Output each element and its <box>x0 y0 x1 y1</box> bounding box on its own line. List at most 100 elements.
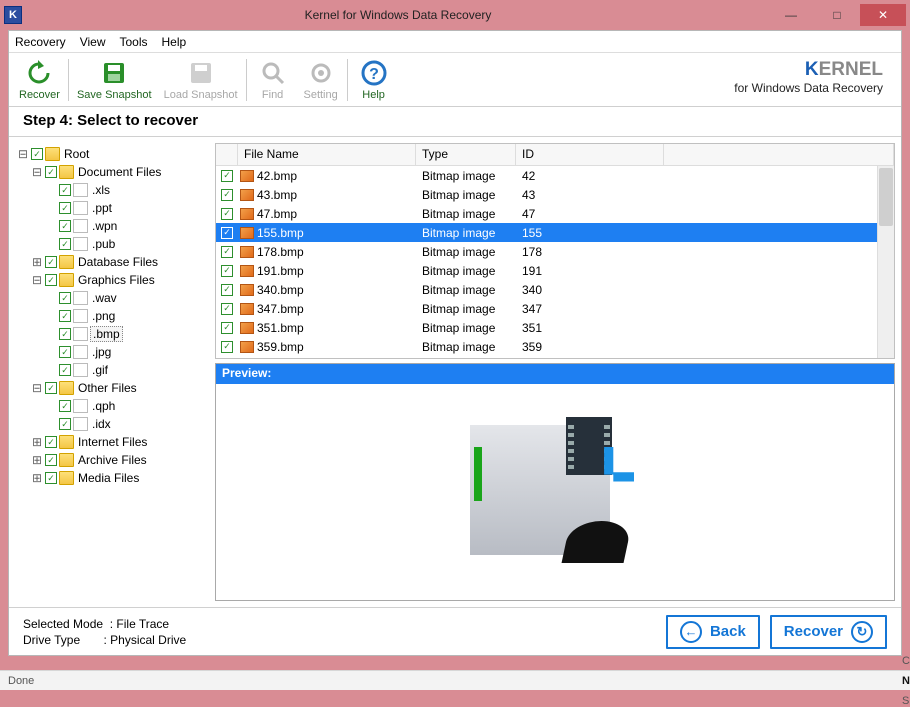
tree-checkbox[interactable]: ✓ <box>45 436 57 448</box>
recover-arrow-icon: ↻ <box>851 621 873 643</box>
help-icon: ? <box>360 59 388 87</box>
tree-other-files[interactable]: ⊟✓Other Files <box>17 379 209 397</box>
table-row[interactable]: ✓347.bmpBitmap image347 <box>216 299 894 318</box>
menu-view[interactable]: View <box>80 35 106 49</box>
table-row[interactable]: ✓42.bmpBitmap image42 <box>216 166 894 185</box>
file-type: Bitmap image <box>416 226 516 240</box>
tree-label: Archive Files <box>76 453 149 467</box>
tree-wav[interactable]: ✓.wav <box>17 289 209 307</box>
tree-idx[interactable]: ✓.idx <box>17 415 209 433</box>
menu-recovery[interactable]: Recovery <box>15 35 66 49</box>
statusbar: Done CAP NUM SCRL <box>0 670 910 690</box>
tree-wpn[interactable]: ✓.wpn <box>17 217 209 235</box>
tree-checkbox[interactable]: ✓ <box>31 148 43 160</box>
tree-twisty[interactable]: ⊟ <box>17 147 29 161</box>
toolbar-help[interactable]: ? Help <box>350 57 398 103</box>
tree-checkbox[interactable]: ✓ <box>59 400 71 412</box>
titlebar[interactable]: K Kernel for Windows Data Recovery — □ ✕ <box>0 0 910 30</box>
tree-checkbox[interactable]: ✓ <box>59 364 71 376</box>
col-type[interactable]: Type <box>416 144 516 165</box>
tree-checkbox[interactable]: ✓ <box>45 256 57 268</box>
table-row[interactable]: ✓191.bmpBitmap image191 <box>216 261 894 280</box>
toolbar-divider <box>68 59 69 101</box>
row-checkbox[interactable]: ✓ <box>221 170 233 182</box>
row-checkbox[interactable]: ✓ <box>221 322 233 334</box>
tree-media-files[interactable]: ⊞✓Media Files <box>17 469 209 487</box>
tree-twisty[interactable]: ⊟ <box>31 165 43 179</box>
scroll-thumb[interactable] <box>879 168 893 226</box>
tree-checkbox[interactable]: ✓ <box>59 292 71 304</box>
tree-checkbox[interactable]: ✓ <box>45 382 57 394</box>
tree-twisty[interactable]: ⊞ <box>31 255 43 269</box>
row-checkbox[interactable]: ✓ <box>221 189 233 201</box>
table-row[interactable]: ✓351.bmpBitmap image351 <box>216 318 894 337</box>
table-row[interactable]: ✓340.bmpBitmap image340 <box>216 280 894 299</box>
file-icon <box>73 219 88 233</box>
tree-checkbox[interactable]: ✓ <box>59 310 71 322</box>
tree-database-files[interactable]: ⊞✓Database Files <box>17 253 209 271</box>
file-list[interactable]: File Name Type ID ✓42.bmpBitmap image42✓… <box>215 143 895 359</box>
tree-checkbox[interactable]: ✓ <box>59 418 71 430</box>
table-row[interactable]: ✓359.bmpBitmap image359 <box>216 337 894 356</box>
tree-bmp[interactable]: ✓.bmp <box>17 325 209 343</box>
tree-internet-files[interactable]: ⊞✓Internet Files <box>17 433 209 451</box>
row-checkbox[interactable]: ✓ <box>221 227 233 239</box>
tree-pub[interactable]: ✓.pub <box>17 235 209 253</box>
tree-label: Graphics Files <box>76 273 157 287</box>
file-icon <box>73 291 88 305</box>
tree-checkbox[interactable]: ✓ <box>59 238 71 250</box>
col-filename[interactable]: File Name <box>238 144 416 165</box>
tree-qph[interactable]: ✓.qph <box>17 397 209 415</box>
tree-png[interactable]: ✓.png <box>17 307 209 325</box>
table-row[interactable]: ✓155.bmpBitmap image155 <box>216 223 894 242</box>
tree-checkbox[interactable]: ✓ <box>45 454 57 466</box>
toolbar-recover[interactable]: Recover <box>13 57 66 103</box>
minimize-button[interactable]: — <box>768 4 814 26</box>
tree-document-files[interactable]: ⊟✓Document Files <box>17 163 209 181</box>
row-checkbox[interactable]: ✓ <box>221 208 233 220</box>
tree-gif[interactable]: ✓.gif <box>17 361 209 379</box>
row-checkbox[interactable]: ✓ <box>221 303 233 315</box>
tree-xls[interactable]: ✓.xls <box>17 181 209 199</box>
col-id[interactable]: ID <box>516 144 664 165</box>
tree-checkbox[interactable]: ✓ <box>45 472 57 484</box>
tree-checkbox[interactable]: ✓ <box>59 328 71 340</box>
close-button[interactable]: ✕ <box>860 4 906 26</box>
tree-jpg[interactable]: ✓.jpg <box>17 343 209 361</box>
tree-twisty[interactable]: ⊟ <box>31 381 43 395</box>
row-checkbox[interactable]: ✓ <box>221 246 233 258</box>
table-row[interactable]: ✓178.bmpBitmap image178 <box>216 242 894 261</box>
tree-checkbox[interactable]: ✓ <box>59 220 71 232</box>
menu-tools[interactable]: Tools <box>119 35 147 49</box>
tree-twisty[interactable]: ⊟ <box>31 273 43 287</box>
tree-checkbox[interactable]: ✓ <box>59 184 71 196</box>
maximize-button[interactable]: □ <box>814 4 860 26</box>
file-id: 351 <box>516 321 664 335</box>
toolbar-save-snapshot[interactable]: Save Snapshot <box>71 57 158 103</box>
file-type: Bitmap image <box>416 207 516 221</box>
row-checkbox[interactable]: ✓ <box>221 341 233 353</box>
tree-checkbox[interactable]: ✓ <box>45 274 57 286</box>
tree-checkbox[interactable]: ✓ <box>59 346 71 358</box>
back-button[interactable]: ← Back <box>666 615 760 649</box>
tree-ppt[interactable]: ✓.ppt <box>17 199 209 217</box>
row-checkbox[interactable]: ✓ <box>221 265 233 277</box>
row-checkbox[interactable]: ✓ <box>221 284 233 296</box>
recover-button[interactable]: Recover ↻ <box>770 615 887 649</box>
file-icon <box>73 363 88 377</box>
tree-checkbox[interactable]: ✓ <box>59 202 71 214</box>
scrollbar[interactable] <box>877 166 894 358</box>
tree-twisty[interactable]: ⊞ <box>31 471 43 485</box>
file-icon <box>73 399 88 413</box>
tree-checkbox[interactable]: ✓ <box>45 166 57 178</box>
tree-archive-files[interactable]: ⊞✓ Archive Files <box>17 451 209 469</box>
tree-panel[interactable]: ⊟✓Root⊟✓Document Files✓.xls✓.ppt✓.wpn✓.p… <box>15 143 211 601</box>
tree-root[interactable]: ⊟✓Root <box>17 145 209 163</box>
menu-help[interactable]: Help <box>162 35 187 49</box>
tree-twisty[interactable]: ⊞ <box>31 453 43 467</box>
table-row[interactable]: ✓43.bmpBitmap image43 <box>216 185 894 204</box>
tree-twisty[interactable]: ⊞ <box>31 435 43 449</box>
table-row[interactable]: ✓47.bmpBitmap image47 <box>216 204 894 223</box>
list-header[interactable]: File Name Type ID <box>216 144 894 166</box>
tree-graphics-files[interactable]: ⊟✓ Graphics Files <box>17 271 209 289</box>
